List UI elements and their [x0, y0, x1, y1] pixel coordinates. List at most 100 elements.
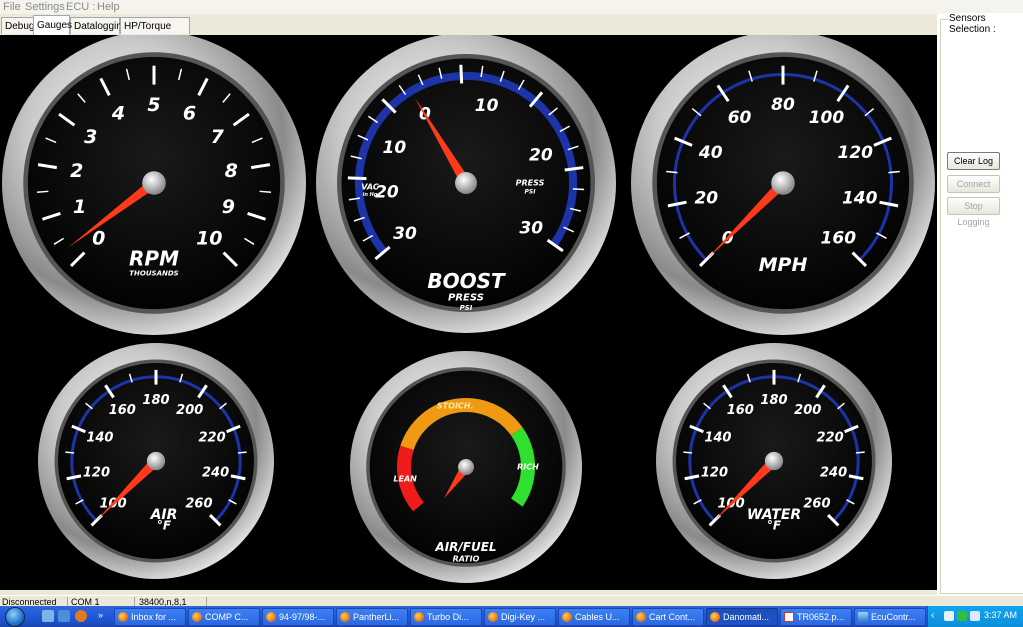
tab-debug[interactable]: Debug: [1, 17, 34, 34]
mph-tick-label: 20: [694, 188, 718, 208]
volume-icon[interactable]: [970, 611, 980, 621]
boost-title: BOOST: [427, 269, 506, 293]
boost-press-tick-label: 10: [475, 96, 499, 116]
taskbar-item[interactable]: TR0652.p...: [780, 608, 852, 626]
air-tick-label: 180: [142, 393, 169, 408]
afr-subtitle: RATIO: [453, 555, 480, 564]
firefox-icon: [414, 612, 424, 622]
air-subtitle: °F: [157, 518, 172, 532]
stop-logging-button[interactable]: Stop Logging: [947, 197, 1000, 227]
afr-gauge: LEAN STOICH. RICH AIR/FUELRATIO: [350, 351, 582, 583]
rpm-title: RPM: [129, 247, 179, 271]
pdf-icon: [784, 612, 794, 622]
quick-launch-overflow-icon[interactable]: »: [98, 610, 103, 620]
rpm-gauge: 01 234 5 678 910 RPMTHOUSANDS: [2, 35, 306, 335]
air-tick-label: 120: [83, 465, 110, 480]
taskbar-item[interactable]: EcuContr...: [854, 608, 926, 626]
boost-vac-tick-label: 30: [393, 224, 417, 244]
rpm-tick-label: 8: [225, 160, 238, 182]
connect-button[interactable]: Connect: [947, 175, 1000, 193]
boost-subtitle: PRESS: [448, 293, 484, 304]
taskbar-item-label: PantherLi...: [353, 612, 400, 622]
firefox-icon: [636, 612, 646, 622]
rpm-tick-label: 4: [111, 102, 125, 124]
taskbar-item[interactable]: PantherLi...: [336, 608, 408, 626]
rpm-tick-label: 3: [84, 126, 97, 148]
air-tick-label: 140: [86, 430, 113, 445]
sensors-panel: Sensors Selection : Clear Log Connect St…: [937, 13, 1023, 595]
clock: 3:37 AM: [983, 610, 1017, 620]
firefox-icon: [488, 612, 498, 622]
menu-file[interactable]: File: [3, 1, 21, 13]
boost-vac-label: VAC: [361, 183, 379, 192]
water-subtitle: °F: [767, 518, 782, 532]
taskbar-item[interactable]: 94-97/98-...: [262, 608, 334, 626]
mph-tick-label: 160: [821, 228, 857, 248]
mph-tick-label: 60: [728, 108, 752, 128]
taskbar-item-label: Inbox for ...: [131, 612, 177, 622]
mph-tick-label: 120: [838, 143, 874, 163]
boost-vac-tick-label: 10: [383, 138, 407, 158]
tab-gauges[interactable]: Gauges: [33, 15, 72, 35]
afr-needle-hub: [458, 459, 474, 475]
boost-tick: [347, 176, 367, 181]
firefox-icon: [266, 612, 276, 622]
quick-launch-icon[interactable]: [58, 610, 70, 622]
rpm-subtitle: THOUSANDS: [129, 270, 178, 278]
boost-press-tick-label: 30: [519, 219, 543, 239]
boost-vac-unit: in Hg: [363, 192, 378, 198]
air-tick: [65, 451, 75, 454]
boost-unit: PSI: [460, 304, 473, 312]
mph-tick-label: 40: [698, 143, 723, 163]
taskbar-item-label: COMP C...: [205, 612, 249, 622]
menu-bar: File Settings ECU : Help: [0, 0, 1023, 14]
rpm-tick-label: 10: [196, 227, 222, 249]
mph-tick-label: 80: [771, 95, 795, 115]
firefox-icon: [340, 612, 350, 622]
menu-ecu[interactable]: ECU :: [66, 1, 95, 13]
rpm-tick: [36, 190, 49, 193]
system-tray: ‹ 3:37 AM: [927, 606, 1023, 627]
tab-datalogging[interactable]: Datalogging: [70, 17, 127, 34]
rpm-tick-label: 1: [73, 196, 86, 218]
water-gauge: 100120140160180200220240260WATER°F: [656, 343, 892, 579]
application-icon: [858, 612, 868, 622]
afr-title: AIR/FUEL: [434, 540, 496, 554]
security-icon[interactable]: [957, 611, 967, 621]
taskbar-item[interactable]: Inbox for ...: [114, 608, 186, 626]
rpm-tick-label: 5: [147, 94, 160, 116]
taskbar-item[interactable]: COMP C...: [188, 608, 260, 626]
taskbar-item[interactable]: Digi-Key ...: [484, 608, 556, 626]
gauge-canvas: 012345678910RPMTHOUSANDS0204060801001201…: [2, 35, 935, 583]
taskbar-item-label: TR0652.p...: [797, 612, 845, 622]
sensors-selection-title: Sensors Selection :: [948, 13, 1023, 35]
water-tick-label: 180: [760, 393, 787, 408]
tab-hp-torque-trace[interactable]: HP/Torque Trace: [120, 17, 190, 49]
menu-settings[interactable]: Settings: [25, 1, 65, 13]
water-tick-label: 200: [794, 403, 821, 418]
rpm-needle-hub: [142, 171, 166, 195]
boost-gauge: 3020100102030VACin HgPRESSPSIBOOSTPRESSP…: [316, 35, 616, 333]
clear-log-button[interactable]: Clear Log: [947, 152, 1000, 170]
rpm-tick: [259, 190, 272, 193]
boost-press-unit: PSI: [525, 189, 537, 196]
network-icon[interactable]: [944, 611, 954, 621]
firefox-icon[interactable]: [75, 610, 87, 622]
taskbar-item[interactable]: Danomati...: [706, 608, 778, 626]
show-desktop-icon[interactable]: [42, 610, 54, 622]
firefox-icon: [710, 612, 720, 622]
mph-tick-label: 100: [809, 108, 845, 128]
taskbar-item-label: Danomati...: [723, 612, 770, 622]
taskbar-item[interactable]: Cart Cont...: [632, 608, 704, 626]
air-tick-label: 200: [176, 403, 203, 418]
air-gauge: 100120140160180200220240260AIR°F: [38, 343, 274, 579]
afr-rich-label: RICH: [517, 463, 539, 472]
taskbar-item[interactable]: Cables U...: [558, 608, 630, 626]
tray-expand-icon[interactable]: ‹: [931, 610, 934, 621]
menu-help[interactable]: Help: [97, 1, 120, 13]
water-tick-label: 120: [701, 465, 728, 480]
start-button-icon[interactable]: [5, 607, 25, 627]
air-tick-label: 160: [109, 403, 136, 418]
gauge-panel: 012345678910RPMTHOUSANDS0204060801001201…: [0, 35, 937, 590]
taskbar-item[interactable]: Turbo Di...: [410, 608, 482, 626]
